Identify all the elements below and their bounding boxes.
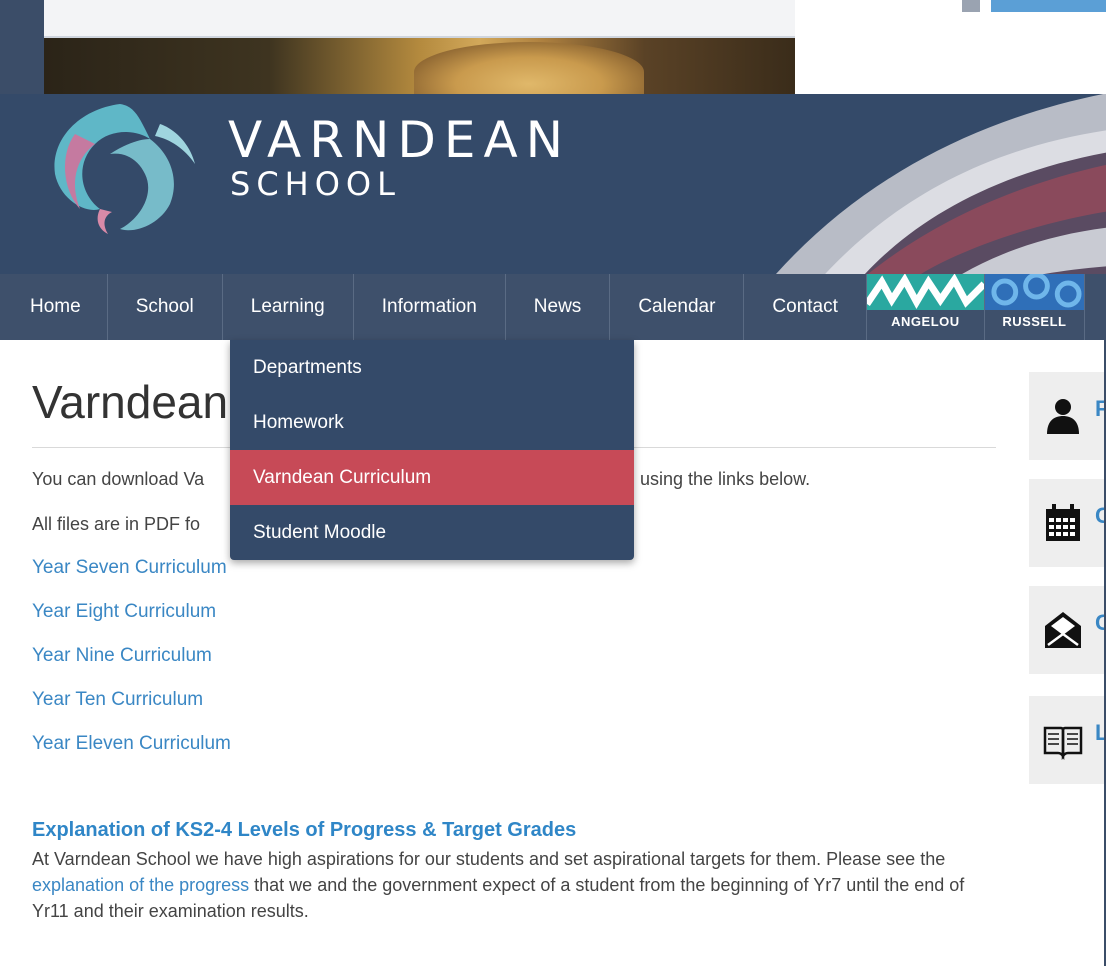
main-nav: Home School Learning Information News Ca…	[0, 274, 1106, 340]
school-logo-icon	[54, 104, 195, 234]
learning-dropdown-menu: Departments Homework Varndean Curriculum…	[230, 340, 634, 560]
school-subtitle: SCHOOL	[230, 165, 401, 203]
menu-item-student-moodle[interactable]: Student Moodle	[230, 505, 634, 560]
explanation-of-progress-link[interactable]: explanation of the progress	[32, 875, 249, 895]
progress-section-heading: Explanation of KS2-4 Levels of Progress …	[32, 819, 577, 841]
menu-item-varndean-curriculum[interactable]: Varndean Curriculum	[230, 450, 634, 505]
link-year-eight-curriculum[interactable]: Year Eight Curriculum	[32, 600, 216, 624]
menu-item-departments[interactable]: Departments	[230, 340, 634, 395]
pdf-note: All files are in PDF fo	[32, 514, 201, 534]
progress-section-body: At Varndean School we have high aspirati…	[32, 846, 992, 924]
link-year-seven-curriculum[interactable]: Year Seven Curriculum	[32, 556, 227, 580]
intro-text-end: using the links below.	[640, 469, 811, 489]
intro-text-start: You can download Va	[32, 469, 205, 489]
page: VARNDEAN SCHOOL Home School Learning Inf…	[0, 94, 1106, 966]
nav-item-calendar[interactable]: Calendar	[610, 274, 745, 340]
site-header: VARNDEAN SCHOOL	[0, 94, 1106, 274]
link-year-ten-curriculum[interactable]: Year Ten Curriculum	[32, 688, 203, 712]
link-year-nine-curriculum[interactable]: Year Nine Curriculum	[32, 644, 212, 668]
russell-pattern-icon	[984, 274, 1084, 310]
book-icon	[1043, 726, 1083, 760]
nav-item-school[interactable]: School	[108, 274, 223, 340]
progress-text-part-1: At Varndean School we have high aspirati…	[32, 849, 946, 869]
nav-item-contact[interactable]: Contact	[744, 274, 867, 340]
sidebar-tile-calendar[interactable]: C	[1029, 479, 1106, 567]
school-name: VARNDEAN	[228, 111, 572, 169]
nav-item-news[interactable]: News	[506, 274, 611, 340]
nav-item-information[interactable]: Information	[354, 274, 506, 340]
house-russell[interactable]: RUSSELL	[984, 274, 1085, 340]
nav-item-home[interactable]: Home	[0, 274, 108, 340]
calendar-icon	[1046, 504, 1080, 541]
envelope-icon	[1045, 612, 1081, 648]
photo-frame	[44, 0, 795, 38]
menu-item-homework[interactable]: Homework	[230, 395, 634, 450]
house-russell-label: RUSSELL	[1002, 314, 1067, 329]
page-title: Varndean	[32, 376, 229, 428]
house-angelou-label: ANGELOU	[891, 314, 960, 329]
sidebar-tile-person[interactable]: F	[1029, 372, 1106, 460]
nav-item-learning[interactable]: Learning	[222, 274, 354, 340]
student-photo	[44, 38, 795, 94]
sidebar-tile-book[interactable]: L	[1029, 696, 1106, 784]
header-swoosh-graphic	[776, 94, 1106, 274]
person-icon	[1047, 399, 1079, 434]
background-photo	[44, 0, 795, 94]
sidebar-tile-contact[interactable]: C	[1029, 586, 1106, 674]
angelou-pattern-icon	[866, 274, 984, 310]
link-year-eleven-curriculum[interactable]: Year Eleven Curriculum	[32, 732, 231, 756]
house-angelou[interactable]: ANGELOU	[866, 274, 985, 340]
